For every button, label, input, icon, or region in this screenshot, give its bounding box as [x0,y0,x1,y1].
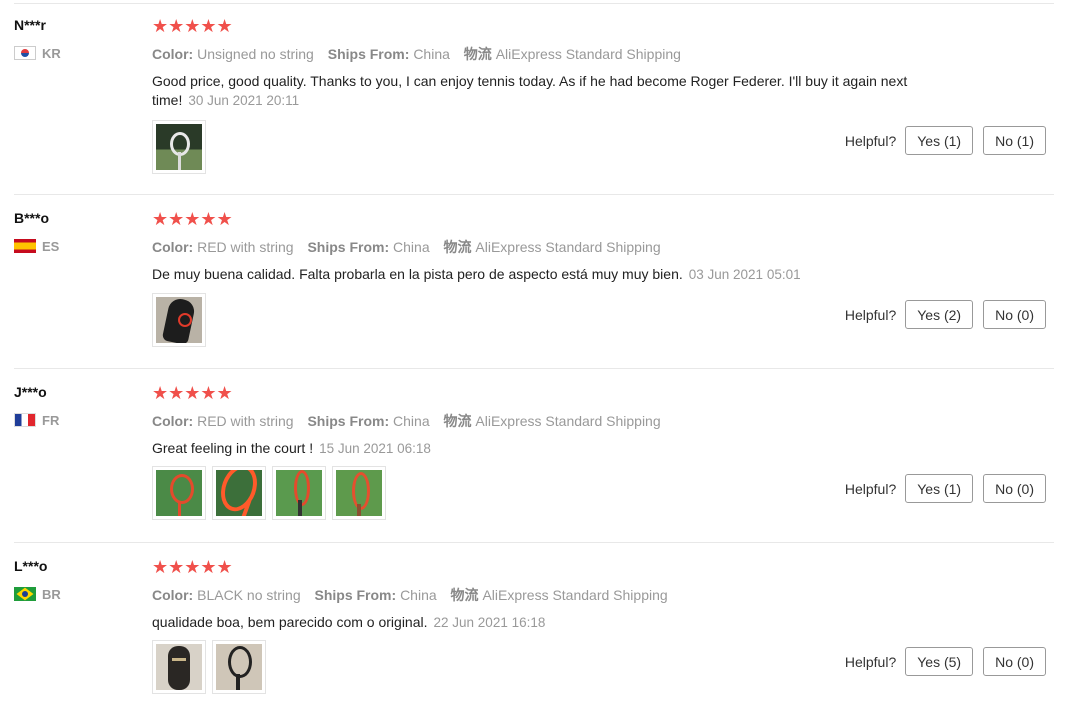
reviewer-name: N***r [14,17,46,33]
review-photo[interactable] [212,466,266,520]
helpful-no-button[interactable]: No (1) [983,126,1046,155]
color-value: Unsigned no string [197,46,314,62]
review-divider [14,194,1054,195]
ships-from-label: Ships From: [307,239,390,255]
comment-text: De muy buena calidad. Falta probarla en … [152,266,683,282]
color-value: BLACK no string [197,587,301,603]
helpful-controls: Helpful? Yes (5) No (0) [845,647,1046,676]
color-label: Color: [152,239,194,255]
helpful-label: Helpful? [844,653,897,670]
comment-text: Great feeling in the court ! [152,440,314,456]
color-label: Color: [152,587,194,603]
shipping-value: AliExpress Standard Shipping [475,239,661,255]
helpful-no-button[interactable]: No (0) [983,474,1046,503]
color-label: Color: [152,413,194,429]
review-photo[interactable] [152,120,206,174]
ships-from-value: China [400,587,437,603]
review-photo[interactable] [212,640,266,694]
kr-flag-icon [14,46,36,60]
review-content: ★★★★★ Color: Unsigned no string Ships Fr… [152,17,1054,110]
shipping-label: 物流 [443,239,472,255]
review-date: 15 Jun 2021 06:18 [319,441,431,456]
es-flag-icon [14,239,36,253]
review-photos [152,120,206,174]
shipping-label: 物流 [463,46,492,62]
shipping-value: AliExpress Standard Shipping [495,46,681,62]
review-photos [152,293,206,347]
review-content: ★★★★★ Color: RED with string Ships From:… [152,384,1054,458]
review-meta: Color: Unsigned no string Ships From: Ch… [152,44,1054,64]
helpful-controls: Helpful? Yes (2) No (0) [845,300,1046,329]
helpful-yes-button[interactable]: Yes (1) [905,474,974,503]
shipping-value: AliExpress Standard Shipping [475,413,661,429]
shipping-label: 物流 [450,587,479,603]
ships-from-value: China [393,413,430,429]
color-label: Color: [152,46,194,62]
review-item: N***r KR ★★★★★ Color: Unsigned no string… [14,17,1054,195]
star-rating: ★★★★★ [152,383,233,403]
country-code: FR [42,412,60,428]
comment-text: qualidade boa, bem parecido com o origin… [152,614,428,630]
review-meta: Color: BLACK no string Ships From: China… [152,585,1054,605]
ships-from-label: Ships From: [327,46,410,62]
review-photos [152,640,266,694]
color-value: RED with string [197,413,294,429]
reviewer-country: KR [14,45,61,61]
review-divider [14,368,1054,369]
helpful-label: Helpful? [844,132,897,149]
reviewer-country: ES [14,238,59,254]
review-content: ★★★★★ Color: RED with string Ships From:… [152,210,1054,284]
reviewer-country: FR [14,412,59,428]
review-comment: De muy buena calidad. Falta probarla en … [152,265,942,284]
star-rating: ★★★★★ [152,209,233,229]
star-rating: ★★★★★ [152,16,233,36]
shipping-value: AliExpress Standard Shipping [482,587,668,603]
review-meta: Color: RED with string Ships From: China… [152,237,1054,257]
reviewer-country: BR [14,586,61,602]
fr-flag-icon [14,413,36,427]
review-date: 03 Jun 2021 05:01 [688,267,801,282]
country-code: KR [42,45,61,61]
review-photos [152,466,386,520]
review-comment: Great feeling in the court ! 15 Jun 2021 … [152,439,942,458]
review-divider [14,542,1054,543]
helpful-yes-button[interactable]: Yes (5) [905,647,974,676]
country-code: ES [42,238,60,254]
color-value: RED with string [197,239,294,255]
br-flag-icon [14,587,36,601]
review-photo[interactable] [332,466,386,520]
helpful-no-button[interactable]: No (0) [983,647,1046,676]
reviewer-name: L***o [14,558,48,574]
helpful-yes-button[interactable]: Yes (1) [905,126,974,155]
review-date: 30 Jun 2021 20:11 [188,93,300,108]
helpful-controls: Helpful? Yes (1) No (1) [845,126,1046,155]
country-code: BR [42,586,61,602]
ships-from-label: Ships From: [307,413,390,429]
review-comment: Good price, good quality. Thanks to you,… [152,72,942,110]
review-meta: Color: RED with string Ships From: China… [152,411,1054,431]
helpful-label: Helpful? [844,306,897,323]
ships-from-value: China [413,46,450,62]
star-rating: ★★★★★ [152,557,233,577]
review-photo[interactable] [152,466,206,520]
helpful-yes-button[interactable]: Yes (2) [905,300,974,329]
top-divider [14,3,1054,4]
review-item: L***o BR ★★★★★ Color: BLACK no string Sh… [14,558,1054,708]
review-item: B***o ES ★★★★★ Color: RED with string Sh… [14,210,1054,369]
helpful-label: Helpful? [844,480,897,497]
review-date: 22 Jun 2021 16:18 [433,615,546,630]
reviewer-name: B***o [14,210,50,226]
review-photo[interactable] [152,640,206,694]
review-photo[interactable] [152,293,206,347]
helpful-controls: Helpful? Yes (1) No (0) [845,474,1046,503]
review-photo[interactable] [272,466,326,520]
reviewer-name: J***o [14,384,47,400]
review-content: ★★★★★ Color: BLACK no string Ships From:… [152,558,1054,632]
review-comment: qualidade boa, bem parecido com o origin… [152,613,942,632]
shipping-label: 物流 [443,413,472,429]
ships-from-label: Ships From: [314,587,397,603]
helpful-no-button[interactable]: No (0) [983,300,1046,329]
ships-from-value: China [393,239,430,255]
review-item: J***o FR ★★★★★ Color: RED with string Sh… [14,384,1054,543]
